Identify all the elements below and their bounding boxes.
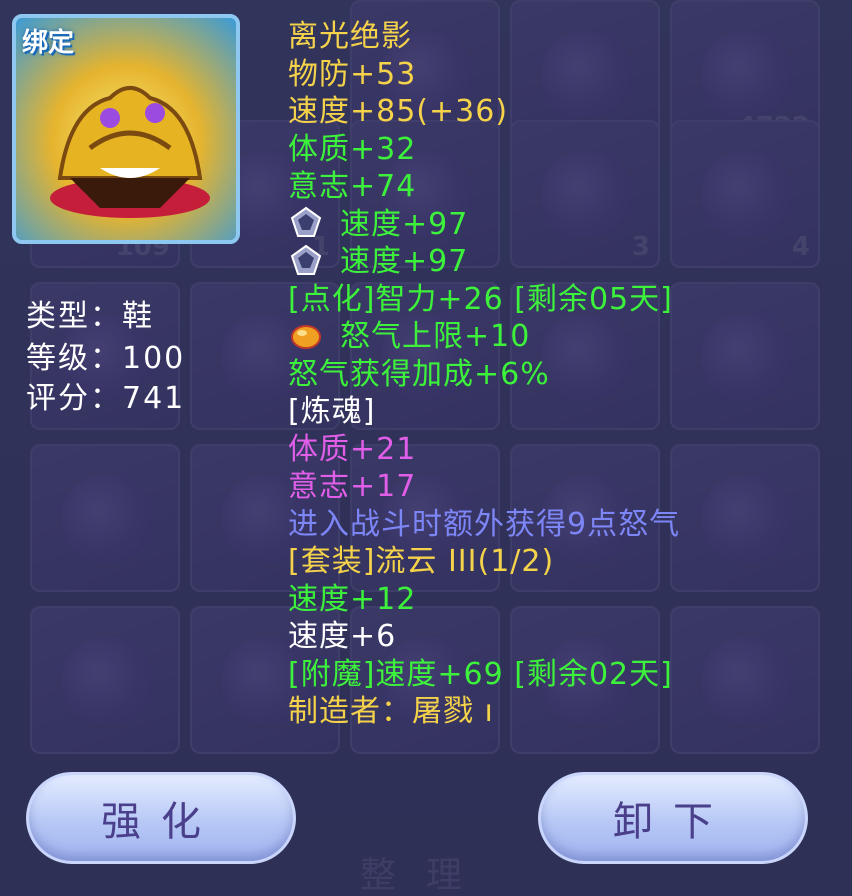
stat-line: [套装]流云 III(1/2) <box>288 543 828 581</box>
stat-text: [套装]流云 III(1/2) <box>288 544 555 579</box>
stat-line: 怒气上限+10 <box>288 318 828 356</box>
stat-line: 物防+53 <box>288 56 828 94</box>
gem-icon <box>290 244 322 275</box>
stat-text: 体质+32 <box>288 131 417 167</box>
item-name: 离光绝影 <box>288 19 412 54</box>
stat-line: 速度+85(+36) <box>288 93 828 131</box>
stat-text: 速度+6 <box>288 619 397 654</box>
unequip-button[interactable]: 卸下 <box>538 772 808 864</box>
item-level: 等级：100 <box>26 341 186 376</box>
stat-text: [附魔]速度+69 [剩余02天] <box>288 656 673 692</box>
gem-icon <box>290 206 322 237</box>
bind-tag: 绑定 <box>22 28 75 58</box>
item-stats: 离光绝影 物防+53 速度+85(+36) 体质+32 意志+74 速度+97 速度+97… <box>288 18 828 731</box>
stat-text: 怒气获得加成+6% <box>288 356 550 392</box>
stat-line: 制造者：屠戮 ı <box>288 693 828 731</box>
stat-line: 速度+97 <box>288 206 828 244</box>
item-icon: 绑定 <box>12 14 240 244</box>
stat-line: 速度+97 <box>288 243 828 281</box>
item-tooltip-panel: 绑定 类型：鞋 等级：100 评分：741 离光绝影 物防+53 速度+85(+3… <box>0 0 852 896</box>
stat-text: 意志+17 <box>288 469 417 504</box>
stat-line: 体质+32 <box>288 131 828 169</box>
stat-text: 物防+53 <box>288 56 417 92</box>
stat-line: 怒气获得加成+6% <box>288 356 828 394</box>
enhance-button[interactable]: 强化 <box>26 772 296 864</box>
stat-line: 体质+21 <box>288 431 828 469</box>
item-score: 评分：741 <box>26 381 186 416</box>
stat-text: [炼魂] <box>288 394 376 429</box>
stat-text: [点化]智力+26 [剩余05天] <box>288 281 673 317</box>
stat-line: 进入战斗时额外获得9点怒气 <box>288 506 828 544</box>
stat-line: 意志+74 <box>288 168 828 206</box>
stat-line: 速度+12 <box>288 581 828 619</box>
stat-text: 制造者：屠戮 ı <box>288 694 494 729</box>
amber-gem-icon <box>291 324 321 349</box>
stat-text: 意志+74 <box>288 169 417 204</box>
stat-text: 进入战斗时额外获得9点怒气 <box>288 506 681 542</box>
stat-line: [点化]智力+26 [剩余05天] <box>288 281 828 319</box>
stat-text: 速度+97 <box>340 244 469 279</box>
stat-line: 意志+17 <box>288 468 828 506</box>
stat-line: 速度+6 <box>288 618 828 656</box>
golden-boots-icon <box>50 86 210 218</box>
stat-text: 速度+97 <box>340 206 469 242</box>
stat-text: 速度+85(+36) <box>288 94 509 129</box>
item-type: 类型：鞋 <box>26 299 154 334</box>
stat-text: 怒气上限+10 <box>340 319 531 354</box>
stat-line: [炼魂] <box>288 393 828 431</box>
stat-text: 体质+21 <box>288 431 417 467</box>
stat-text: 速度+12 <box>288 581 417 617</box>
stat-line: [附魔]速度+69 [剩余02天] <box>288 656 828 694</box>
